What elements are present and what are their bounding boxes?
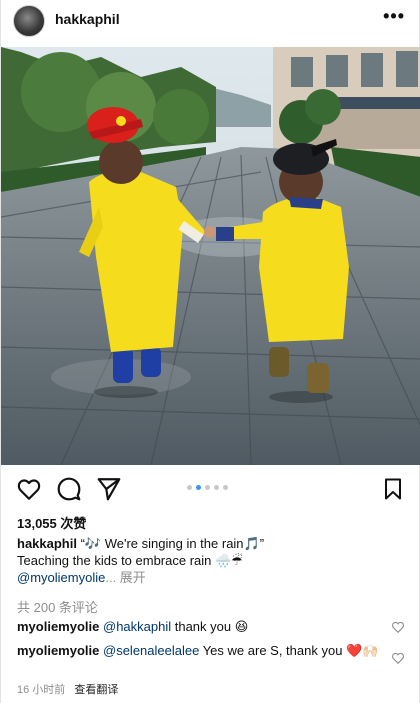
post-footer: 16 小时前 查看翻译 — [17, 681, 118, 697]
more-options-button[interactable]: ••• — [383, 6, 405, 27]
likes-count[interactable]: 13,055 次赞 — [17, 513, 86, 532]
carousel-dot — [205, 485, 210, 490]
carousel-dot-active — [196, 485, 201, 490]
comment-like-heart-icon[interactable] — [391, 620, 405, 634]
post-header: hakkaphil ••• — [1, 0, 420, 44]
caption-username[interactable]: hakkaphil — [17, 536, 77, 551]
see-translation-link[interactable]: 查看翻译 — [74, 684, 118, 696]
caption-mention[interactable]: @myoliemyolie — [17, 570, 105, 585]
comment-mention[interactable]: @selenaleelalee — [103, 643, 199, 658]
instagram-post: hakkaphil ••• 13,055 次赞 hakkaphil “🎶 We'… — [0, 0, 420, 703]
carousel-dot — [187, 485, 192, 490]
caption-line-1: “🎶 We're singing in the rain🎵” — [80, 536, 265, 551]
expand-caption-link[interactable]: ... 展开 — [105, 570, 145, 585]
carousel-dot — [214, 485, 219, 490]
comment-1: myoliemyolie @hakkaphil thank you 😆 — [17, 617, 389, 636]
comment-2: myoliemyolie @selenaleelalee Yes we are … — [17, 641, 389, 660]
action-bar — [1, 470, 420, 506]
like-heart-icon[interactable] — [16, 476, 42, 502]
caption-line-2: Teaching the kids to embrace rain 🌧️☔ — [17, 553, 243, 568]
share-icon[interactable] — [96, 476, 122, 502]
comment-text: Yes we are S, thank you ❤️🙌🏻 — [199, 643, 379, 658]
comment-text: thank you 😆 — [171, 619, 249, 634]
comment-icon[interactable] — [56, 476, 82, 502]
comment-username[interactable]: myoliemyolie — [17, 619, 99, 634]
username[interactable]: hakkaphil — [55, 11, 120, 27]
avatar[interactable] — [13, 5, 45, 37]
caption: hakkaphil “🎶 We're singing in the rain🎵”… — [17, 535, 409, 586]
comment-mention[interactable]: @hakkaphil — [103, 619, 171, 634]
post-timestamp: 16 小时前 — [17, 684, 66, 696]
carousel-indicator — [187, 485, 228, 490]
comment-username[interactable]: myoliemyolie — [17, 643, 99, 658]
comment-like-heart-icon[interactable] — [391, 651, 405, 665]
bookmark-icon[interactable] — [381, 476, 405, 502]
post-photo[interactable] — [1, 47, 420, 465]
carousel-dot — [223, 485, 228, 490]
view-all-comments-link[interactable]: 共 200 条评论 — [17, 597, 98, 616]
